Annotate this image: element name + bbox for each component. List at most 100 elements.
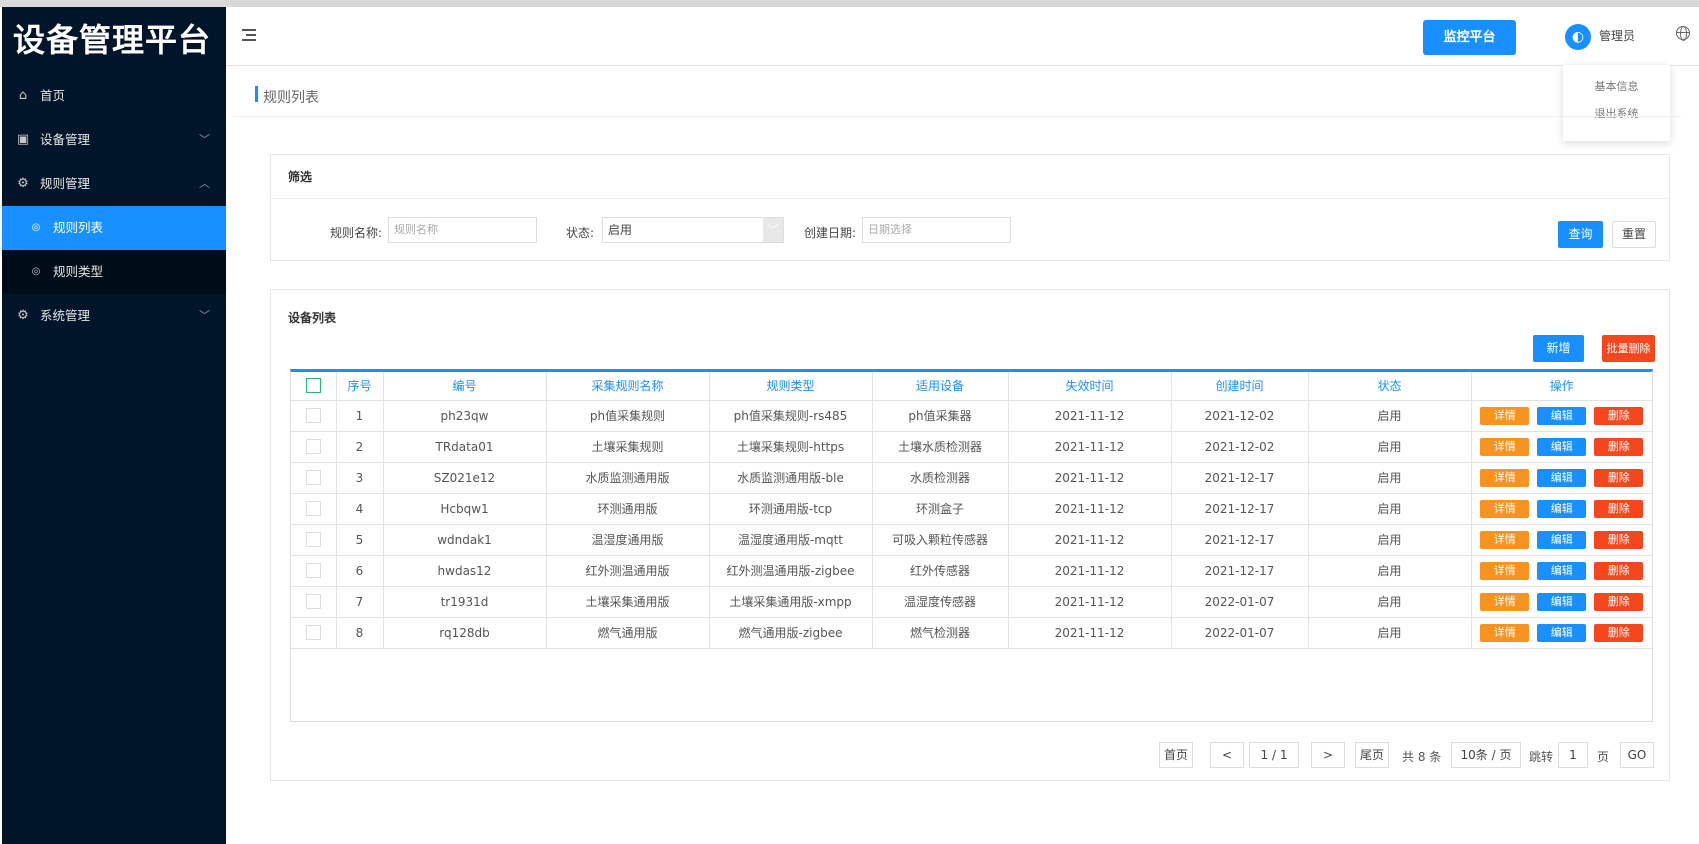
menu-collapse-icon[interactable] — [240, 27, 258, 43]
column-header[interactable]: 创建时间 — [1171, 372, 1309, 401]
last-page-button[interactable]: 尾页 — [1355, 742, 1389, 768]
sidebar-item-label: 设备管理 — [40, 132, 91, 147]
rule-code-cell: tr1931d — [383, 586, 547, 618]
add-button[interactable]: 新增 — [1533, 335, 1584, 362]
chevron-up-icon: ︿ — [199, 177, 210, 190]
detail-button[interactable]: 详情 — [1480, 468, 1530, 487]
row-select-cell — [291, 524, 337, 556]
chevron-down-icon: ﹀ — [763, 218, 783, 242]
create-time-cell: 2021-12-02 — [1171, 431, 1309, 463]
row-checkbox[interactable] — [305, 563, 321, 578]
row-checkbox[interactable] — [305, 532, 321, 547]
column-header[interactable]: 失效时间 — [1008, 372, 1172, 401]
create-time-cell: 2022-01-07 — [1171, 586, 1309, 618]
column-header[interactable]: 编号 — [383, 372, 547, 401]
sidebar-item-rule-type[interactable]: ◎ 规则类型 — [2, 250, 226, 294]
row-checkbox[interactable] — [305, 470, 321, 485]
applicable-device-cell: 环测盒子 — [872, 493, 1009, 525]
rule-code-cell: hwdas12 — [383, 555, 547, 587]
delete-button[interactable]: 删除 — [1594, 592, 1644, 611]
edit-button[interactable]: 编辑 — [1537, 530, 1587, 549]
user-name[interactable]: 管理员 — [1599, 27, 1635, 44]
status-cell: 启用 — [1308, 617, 1472, 649]
sidebar-item-rule-management[interactable]: ⚙ 规则管理 ︿ — [2, 162, 226, 206]
detail-button[interactable]: 详情 — [1480, 592, 1530, 611]
rule-name-input[interactable]: 规则名称 — [388, 217, 537, 243]
detail-button[interactable]: 详情 — [1480, 437, 1530, 456]
globe-icon[interactable] — [1676, 26, 1690, 41]
row-checkbox[interactable] — [305, 408, 321, 423]
delete-button[interactable]: 删除 — [1594, 561, 1644, 580]
delete-button[interactable]: 删除 — [1594, 530, 1644, 549]
delete-button[interactable]: 删除 — [1594, 406, 1644, 425]
create-date-input[interactable]: 日期选择 — [862, 217, 1011, 243]
expire-time-cell: 2021-11-12 — [1008, 493, 1172, 525]
sidebar-item-home[interactable]: ⌂ 首页 — [2, 74, 226, 118]
query-button[interactable]: 查询 — [1558, 221, 1603, 248]
select-all-cell — [291, 372, 337, 401]
next-page-button[interactable]: > — [1311, 742, 1345, 768]
first-page-button[interactable]: 首页 — [1159, 742, 1193, 768]
table-row: 5 wdndak1 温湿度通用版 温湿度通用版-mqtt 可吸入颗粒传感器 2021-11… — [291, 524, 1652, 556]
table-row: 2 TRdata01 土壤采集规则 土壤采集规则-https 土壤水质检测器 2021-1… — [291, 431, 1652, 463]
sidebar-item-rule-list[interactable]: ◎ 规则列表 — [2, 206, 226, 250]
table-row: 3 SZ021e12 水质监测通用版 水质监测通用版-ble 水质检测器 2021-11-… — [291, 462, 1652, 494]
detail-button[interactable]: 详情 — [1480, 499, 1530, 518]
status-select-value: 启用 — [608, 223, 633, 237]
batch-delete-button[interactable]: 批量删除 — [1602, 335, 1655, 362]
column-header: 操作 — [1471, 372, 1652, 401]
edit-button[interactable]: 编辑 — [1537, 499, 1587, 518]
edit-button[interactable]: 编辑 — [1537, 468, 1587, 487]
sidebar-item-system-management[interactable]: ⚙ 系统管理 ﹀ — [2, 294, 226, 338]
avatar[interactable]: ◐ — [1565, 24, 1591, 50]
row-checkbox[interactable] — [305, 439, 321, 454]
edit-button[interactable]: 编辑 — [1537, 437, 1587, 456]
applicable-device-cell: 可吸入颗粒传感器 — [872, 524, 1009, 556]
detail-button[interactable]: 详情 — [1480, 623, 1530, 642]
column-header[interactable]: 状态 — [1308, 372, 1472, 401]
actions-cell: 详情 编辑 删除 — [1471, 524, 1652, 556]
home-icon: ⌂ — [18, 88, 28, 103]
filter-panel: 筛选 规则名称: 规则名称 状态: 启用 ﹀ 创建日期: 日期选择 查询 重置 — [270, 154, 1670, 261]
detail-button[interactable]: 详情 — [1480, 406, 1530, 425]
detail-button[interactable]: 详情 — [1480, 561, 1530, 580]
column-header[interactable]: 采集规则名称 — [546, 372, 710, 401]
edit-button[interactable]: 编辑 — [1537, 406, 1587, 425]
row-select-cell — [291, 617, 337, 649]
rule-type-cell: 土壤采集规则-https — [709, 431, 873, 463]
total-count: 共 8 条 — [1402, 750, 1442, 764]
delete-button[interactable]: 删除 — [1594, 623, 1644, 642]
expire-time-cell: 2021-11-12 — [1008, 400, 1172, 432]
column-header[interactable]: 规则类型 — [709, 372, 873, 401]
row-checkbox[interactable] — [305, 594, 321, 609]
row-select-cell — [291, 462, 337, 494]
rule-type-cell: 土壤采集通用版-xmpp — [709, 586, 873, 618]
select-all-checkbox[interactable] — [305, 378, 321, 394]
rule-table: 序号 编号 采集规则名称 规则类型 适用设备 失效时间 创建时间 状态 操作 1… — [290, 369, 1653, 722]
rule-type-cell: ph值采集规则-rs485 — [709, 400, 873, 432]
prev-page-button[interactable]: < — [1210, 742, 1244, 768]
row-checkbox[interactable] — [305, 625, 321, 640]
delete-button[interactable]: 删除 — [1594, 499, 1644, 518]
row-checkbox[interactable] — [305, 501, 321, 516]
jump-page-input[interactable]: 1 — [1558, 742, 1588, 768]
actions-cell: 详情 编辑 删除 — [1471, 493, 1652, 525]
column-header[interactable]: 序号 — [336, 372, 384, 401]
row-select-cell — [291, 555, 337, 587]
status-select[interactable]: 启用 ﹀ — [602, 217, 784, 243]
go-button[interactable]: GO — [1620, 742, 1654, 768]
edit-button[interactable]: 编辑 — [1537, 623, 1587, 642]
reset-button[interactable]: 重置 — [1612, 221, 1656, 248]
column-header[interactable]: 适用设备 — [872, 372, 1009, 401]
edit-button[interactable]: 编辑 — [1537, 561, 1587, 580]
detail-button[interactable]: 详情 — [1480, 530, 1530, 549]
monitor-platform-button[interactable]: 监控平台 — [1423, 20, 1516, 55]
page-size-select[interactable]: 10条 / 页 — [1451, 742, 1521, 768]
edit-button[interactable]: 编辑 — [1537, 592, 1587, 611]
delete-button[interactable]: 删除 — [1594, 468, 1644, 487]
delete-button[interactable]: 删除 — [1594, 437, 1644, 456]
status-cell: 启用 — [1308, 462, 1472, 494]
row-index-cell: 1 — [336, 400, 384, 432]
actions-cell: 详情 编辑 删除 — [1471, 617, 1652, 649]
sidebar-item-device-management[interactable]: ▣ 设备管理 ﹀ — [2, 118, 226, 162]
